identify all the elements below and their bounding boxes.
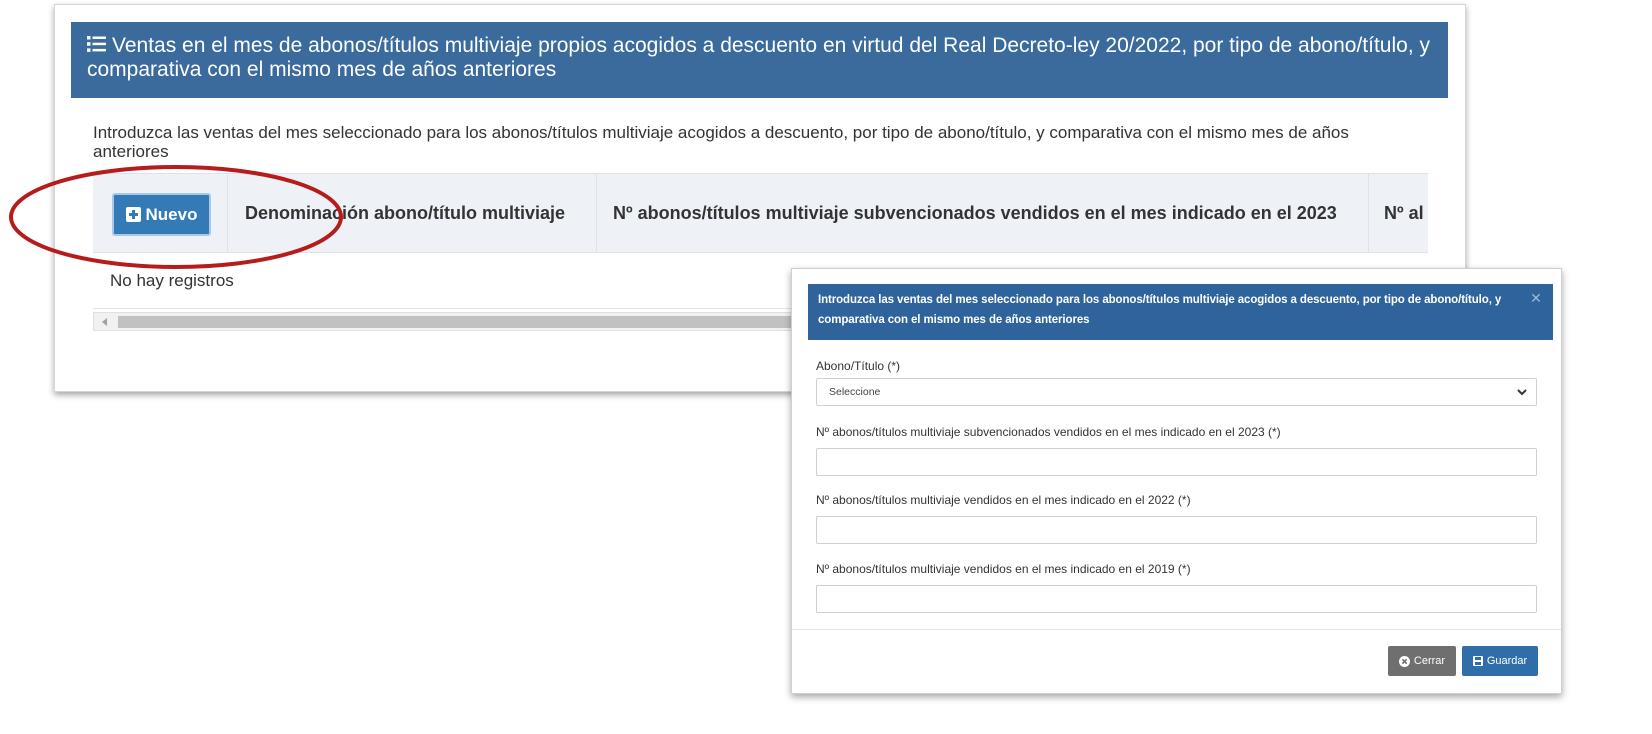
record-modal: Introduzca las ventas del mes selecciona… <box>791 268 1562 694</box>
abono-select[interactable]: Seleccione <box>816 378 1537 406</box>
list-icon <box>87 36 106 52</box>
n2022-input[interactable] <box>816 516 1537 544</box>
column-header-denominacion[interactable]: Denominación abono/título multiviaje <box>228 174 597 252</box>
n2019-label: Nº abonos/títulos multiviaje vendidos en… <box>816 562 1191 576</box>
save-button-label: Guardar <box>1486 655 1528 667</box>
n2019-input[interactable] <box>816 585 1537 613</box>
abono-select-value: Seleccione <box>829 386 881 398</box>
column-header-truncated[interactable]: Nº al <box>1369 174 1428 252</box>
panel-description: Introduzca las ventas del mes selecciona… <box>93 123 1349 161</box>
close-circle-icon <box>1398 655 1410 667</box>
close-icon[interactable]: ✕ <box>1529 291 1543 305</box>
panel-title: Ventas en el mes de abonos/títulos multi… <box>87 34 1430 81</box>
modal-header: Introduzca las ventas del mes selecciona… <box>808 284 1553 340</box>
table-header: Nuevo Denominación abono/título multivia… <box>93 173 1428 253</box>
plus-square-icon <box>125 207 141 222</box>
n2023-label: Nº abonos/títulos multiviaje subvenciona… <box>816 425 1281 439</box>
close-button-label: Cerrar <box>1413 655 1446 667</box>
column-header-n2023[interactable]: Nº abonos/títulos multiviaje subvenciona… <box>597 174 1369 252</box>
chevron-down-icon <box>1517 389 1527 396</box>
scroll-left-arrow-icon[interactable] <box>102 318 107 326</box>
n2022-label: Nº abonos/títulos multiviaje vendidos en… <box>816 493 1191 507</box>
n2023-input[interactable] <box>816 448 1537 476</box>
page: Ventas en el mes de abonos/títulos multi… <box>0 0 1652 734</box>
close-button[interactable]: Cerrar <box>1388 646 1456 676</box>
new-record-button[interactable]: Nuevo <box>112 193 211 236</box>
modal-title: Introduzca las ventas del mes selecciona… <box>818 294 1502 326</box>
empty-message: No hay registros <box>110 270 234 290</box>
save-icon <box>1472 656 1483 666</box>
new-record-label: Nuevo <box>145 204 198 224</box>
save-button[interactable]: Guardar <box>1462 646 1538 676</box>
abono-label: Abono/Título (*) <box>816 359 901 373</box>
modal-divider <box>792 629 1561 630</box>
panel-header: Ventas en el mes de abonos/títulos multi… <box>71 22 1448 98</box>
table-header-action: Nuevo <box>93 174 228 252</box>
